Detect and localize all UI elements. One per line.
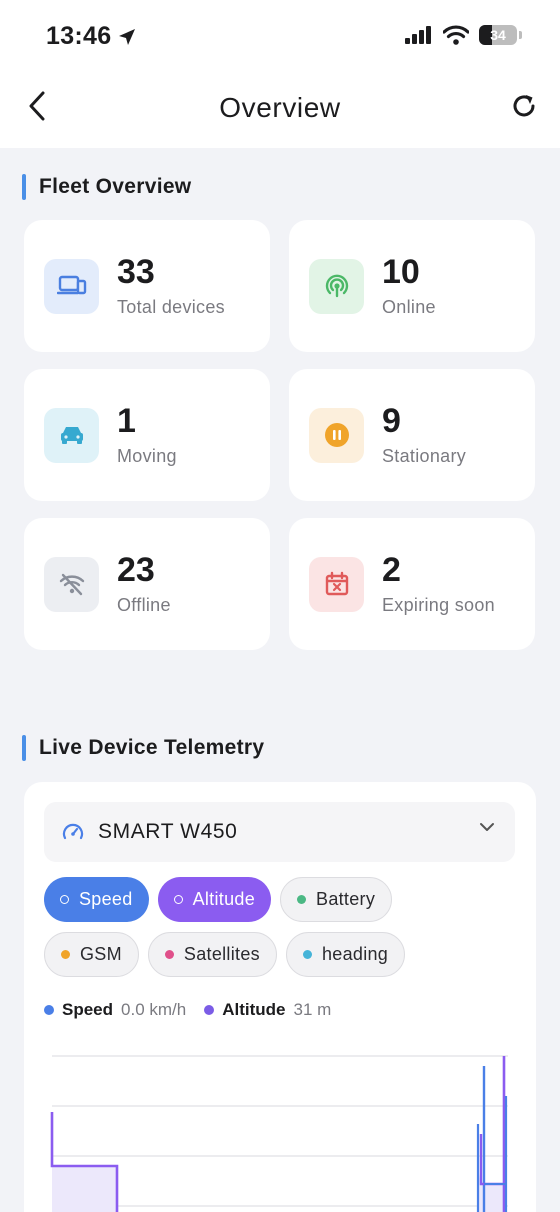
stat-value: 33	[117, 252, 155, 291]
legend-name: Speed	[62, 1000, 114, 1019]
telemetry-chart	[50, 1055, 508, 1212]
wifi-icon	[443, 25, 469, 45]
chip-dot	[60, 895, 69, 904]
status-icons: 34	[405, 25, 522, 45]
stat-label: Moving	[117, 445, 177, 466]
car-icon	[44, 407, 99, 463]
stat-label: Expiring soon	[382, 594, 495, 615]
chip-heading[interactable]: heading	[285, 932, 406, 977]
pause-icon	[309, 407, 364, 463]
legend-dot	[44, 1005, 54, 1015]
device-select[interactable]: SMART W450	[44, 802, 515, 862]
battery-nub	[519, 31, 522, 39]
legend-value: 0.0 km/h	[121, 1000, 187, 1019]
location-arrow-icon	[119, 28, 136, 45]
chip-row: GSM Satellites heading	[44, 932, 524, 977]
fleet-overview-heading: Fleet Overview	[22, 174, 191, 200]
cellular-signal-icon	[405, 26, 431, 44]
legend-value: 31 m	[293, 1000, 332, 1019]
battery-icon: 34	[479, 25, 517, 45]
stat-card-moving[interactable]: 1 Moving	[24, 369, 270, 501]
stat-label: Stationary	[382, 445, 467, 466]
stat-label: Online	[382, 296, 436, 317]
chevron-down-icon	[480, 823, 494, 831]
legend-dot	[204, 1005, 215, 1015]
chip-row: Speed Altitude Battery	[44, 877, 524, 922]
chip-altitude[interactable]: Altitude	[157, 877, 272, 922]
stat-value: 2	[382, 550, 401, 589]
stat-card-offline[interactable]: 23 Offline	[24, 518, 270, 650]
signal-icon	[309, 258, 364, 314]
chart-legend: Speed 0.0 km/h Altitude 31 m	[44, 1000, 331, 1020]
time-text: 13:46	[46, 22, 112, 50]
chip-gsm[interactable]: GSM	[44, 932, 139, 977]
status-bar: 13:46 34	[0, 0, 560, 72]
refresh-button[interactable]	[510, 92, 538, 120]
stat-card-online[interactable]: 10 Online	[289, 220, 535, 352]
status-time: 13:46	[46, 22, 137, 51]
stat-label: Offline	[117, 594, 171, 615]
fleet-stats-grid: 33 Total devices 10 Online 1 Moving 9 St…	[24, 220, 536, 650]
speedometer-icon	[62, 823, 84, 840]
stat-label: Total devices	[117, 296, 225, 317]
stat-card-total-devices[interactable]: 33 Total devices	[24, 220, 270, 352]
chip-label: Altitude	[192, 889, 256, 909]
header: 13:46 34 Overview	[0, 0, 560, 148]
stat-value: 1	[117, 401, 136, 440]
chip-dot	[164, 950, 174, 959]
chip-label: Satellites	[183, 944, 260, 964]
telemetry-heading: Live Device Telemetry	[22, 735, 264, 761]
stat-card-stationary[interactable]: 9 Stationary	[289, 369, 535, 501]
chip-battery[interactable]: Battery	[280, 877, 393, 922]
refresh-icon	[513, 95, 535, 117]
chip-dot	[61, 950, 70, 959]
chip-dot	[297, 895, 307, 904]
legend-item-altitude: Altitude 31 m	[204, 1000, 331, 1020]
chip-dot	[173, 895, 183, 904]
chip-satellites[interactable]: Satellites	[147, 932, 277, 977]
battery-level: 34	[490, 27, 506, 43]
heading-accent	[22, 735, 26, 761]
stat-card-expiring-soon[interactable]: 2 Expiring soon	[289, 518, 535, 650]
calendar-x-icon	[309, 556, 364, 612]
chip-label: Speed	[79, 889, 133, 909]
chip-label: Battery	[316, 889, 376, 909]
chip-speed[interactable]: Speed	[44, 877, 149, 922]
telemetry-title: Live Device Telemetry	[39, 736, 265, 759]
stat-value: 23	[117, 550, 155, 589]
fleet-overview-title: Fleet Overview	[39, 175, 192, 198]
metric-chips: Speed Altitude Battery GSM Satellites he…	[44, 877, 524, 987]
device-name: SMART W450	[98, 820, 238, 843]
telemetry-card: SMART W450 Speed Altitude Battery GSM Sa…	[24, 782, 536, 1212]
stat-value: 10	[382, 252, 420, 291]
heading-accent	[22, 174, 26, 200]
legend-item-speed: Speed 0.0 km/h	[44, 1000, 186, 1020]
chip-dot	[302, 950, 312, 959]
stat-value: 9	[382, 401, 401, 440]
devices-icon	[44, 258, 99, 314]
chip-label: GSM	[80, 944, 122, 964]
page-title: Overview	[219, 92, 341, 123]
chip-label: heading	[321, 944, 389, 964]
legend-name: Altitude	[222, 1000, 286, 1019]
wifi-off-icon	[44, 556, 99, 612]
altitude-area	[52, 1166, 117, 1212]
nav-bar: Overview	[0, 72, 560, 148]
